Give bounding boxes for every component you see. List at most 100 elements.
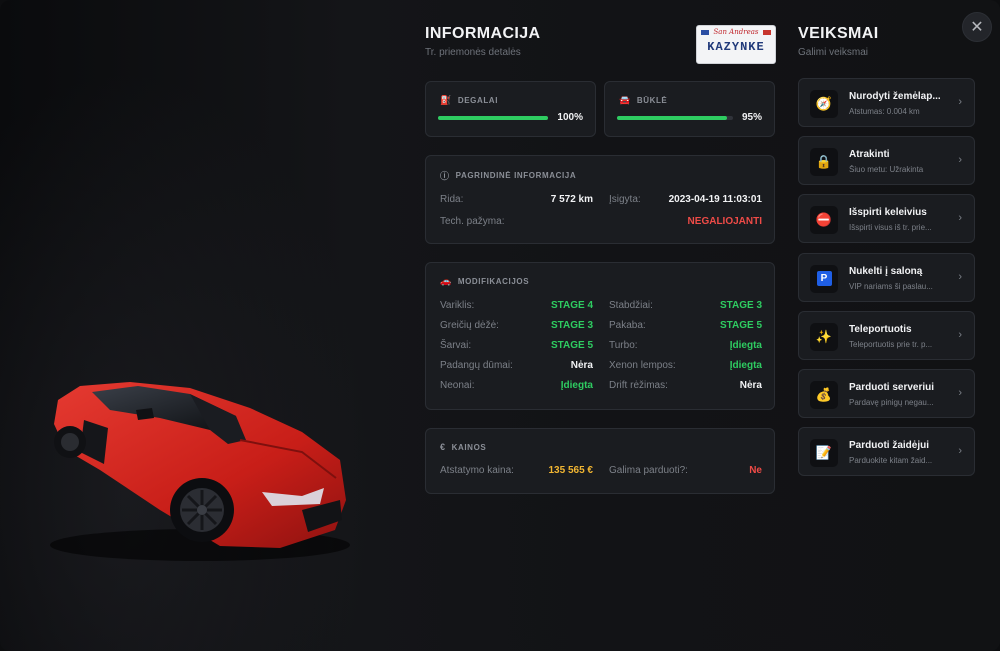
- basic-info-card: ⓘ PAGRINDINĖ INFORMACIJA Rida: 7 572 km …: [425, 155, 775, 244]
- action-item[interactable]: 🔒 Atrakinti Šiuo metu: Užrakinta ›: [798, 136, 975, 186]
- action-item[interactable]: ⛔ Išspirti keleivius Išspirti visus iš tr.…: [798, 194, 975, 244]
- vehicle-menu: ✕ INFORMACIJA Tr. priemonės detalės San …: [0, 0, 1000, 651]
- sparkles-icon: ✨: [810, 322, 838, 351]
- action-title: Nurodyti žemėlap...: [849, 91, 941, 102]
- prices-header: € KAINOS: [440, 442, 486, 452]
- action-subtitle: Išspirti visus iš tr. prie...: [849, 223, 932, 233]
- mileage-value: 7 572 km: [550, 194, 593, 205]
- action-item[interactable]: P Nukelti į saloną VIP nariams ši paslau..…: [798, 252, 975, 302]
- action-subtitle: Pardavę pinigų negau...: [849, 398, 934, 407]
- action-title: Atrakinti: [849, 149, 890, 161]
- condition-bar: [617, 116, 733, 120]
- mod-label: Neonai:: [440, 380, 475, 391]
- fuel-bar-fill: [438, 116, 548, 120]
- action-subtitle: Teleportuotis prie tr. p...: [849, 339, 933, 349]
- plate-state: San Andreas: [713, 28, 759, 36]
- condition-value: 95%: [741, 112, 762, 123]
- action-title: Parduoti serveriui: [849, 382, 935, 393]
- action-title: Teleportuotis: [849, 323, 912, 335]
- chevron-right-icon: ›: [958, 96, 962, 108]
- mod-value: Nėra: [739, 380, 762, 391]
- car-preview: [40, 360, 360, 570]
- inspection-value: NEGALIOJANTI: [687, 216, 762, 227]
- mod-label: Greičių dėžė:: [440, 320, 499, 331]
- condition-label: BŪKLĖ: [636, 96, 668, 105]
- mod-label: Turbo:: [609, 340, 638, 351]
- sellable-value: Ne: [749, 465, 762, 476]
- basic-info-header: ⓘ PAGRINDINĖ INFORMACIJA: [440, 169, 576, 182]
- info-icon: ⓘ: [440, 171, 450, 181]
- action-title: Parduoti žaidėjui: [849, 440, 930, 452]
- info-title: INFORMACIJA: [425, 25, 541, 42]
- action-item[interactable]: ✨ Teleportuotis Teleportuotis prie tr. p..…: [798, 310, 975, 360]
- mod-value: Įdiegta: [560, 380, 593, 391]
- action-item[interactable]: 💰 Parduoti serveriui Pardavę pinigų negau.…: [798, 369, 975, 418]
- modifications-title: MODIFIKACIJOS: [457, 277, 530, 286]
- restore-price-label: Atstatymo kaina:: [440, 465, 514, 476]
- mod-label: Variklis:: [440, 300, 475, 311]
- condition-header: 🚘 BŪKLĖ: [619, 95, 667, 106]
- compass-icon: 🧭: [810, 90, 838, 118]
- chevron-right-icon: ›: [958, 270, 962, 283]
- mod-value: Įdiegta: [729, 360, 762, 371]
- fuel-value: 100%: [557, 112, 583, 123]
- plate-flag-left: [701, 29, 709, 35]
- chevron-right-icon: ›: [958, 212, 962, 225]
- stop-icon: ⛔: [810, 206, 838, 235]
- plate-flag-right: [762, 29, 771, 35]
- action-item[interactable]: 📝 Parduoti žaidėjui Parduokite kitam žaid.…: [798, 427, 975, 477]
- mod-value: STAGE 3: [550, 320, 593, 331]
- fuel-label: DEGALAI: [457, 96, 499, 105]
- car-damage-icon: 🚘: [619, 95, 631, 105]
- actions-subtitle: Galimi veiksmai: [798, 47, 869, 58]
- chevron-right-icon: ›: [958, 387, 962, 399]
- plate-number: KAZYNKE: [707, 40, 765, 54]
- action-subtitle: Atstumas: 0.004 km: [849, 107, 920, 116]
- action-subtitle: VIP nariams ši paslau...: [849, 281, 933, 291]
- mod-value: STAGE 3: [719, 300, 762, 311]
- prices-title: KAINOS: [451, 442, 487, 452]
- fuel-bar: [438, 116, 548, 120]
- chevron-right-icon: ›: [958, 328, 962, 341]
- action-item[interactable]: 🧭 Nurodyti žemėlap... Atstumas: 0.004 km ›: [798, 78, 975, 127]
- mod-value: STAGE 5: [719, 320, 762, 331]
- license-plate: San Andreas KAZYNKE: [696, 25, 776, 64]
- info-subtitle: Tr. priemonės detalės: [425, 47, 521, 58]
- restore-price-value: 135 565 €: [548, 465, 594, 476]
- basic-info-title: PAGRINDINĖ INFORMACIJA: [455, 171, 577, 180]
- fuel-header: ⛽ DEGALAI: [440, 95, 498, 106]
- fuel-card: ⛽ DEGALAI 100%: [425, 81, 596, 137]
- modifications-card: 🚗 MODIFIKACIJOS Variklis: STAGE 4 Greičių …: [425, 262, 775, 410]
- mod-value: STAGE 4: [550, 300, 593, 311]
- car-icon: 🚗: [440, 276, 452, 286]
- mod-value: Nėra: [570, 360, 593, 371]
- action-title: Nukelti į saloną: [849, 265, 923, 277]
- inspection-label: Tech. pažyma:: [440, 216, 505, 227]
- document-icon: 📝: [810, 439, 838, 468]
- mod-label: Pakaba:: [609, 320, 646, 331]
- mod-label: Šarvai:: [440, 340, 472, 351]
- mileage-label: Rida:: [440, 194, 464, 205]
- prices-card: € KAINOS Atstatymo kaina: 135 565 € Gali…: [425, 428, 775, 494]
- chevron-right-icon: ›: [958, 445, 962, 458]
- modifications-header: 🚗 MODIFIKACIJOS: [440, 276, 529, 287]
- mod-label: Padangų dūmai:: [440, 360, 513, 371]
- money-bag-icon: 💰: [810, 381, 838, 409]
- condition-card: 🚘 BŪKLĖ 95%: [604, 81, 775, 137]
- action-subtitle: Šiuo metu: Užrakinta: [849, 165, 924, 175]
- chevron-right-icon: ›: [958, 154, 962, 167]
- parking-icon: P: [810, 264, 838, 293]
- action-subtitle: Parduokite kitam žaid...: [849, 456, 933, 466]
- action-title: Išspirti keleivius: [849, 207, 927, 219]
- acquired-value: 2023-04-19 11:03:01: [668, 194, 762, 205]
- mod-value: STAGE 5: [550, 340, 593, 351]
- actions-title: VEIKSMAI: [798, 25, 879, 42]
- fuel-pump-icon: ⛽: [440, 95, 452, 105]
- acquired-label: Įsigyta:: [609, 194, 641, 205]
- mod-value: Įdiegta: [729, 340, 762, 351]
- euro-icon: €: [440, 442, 446, 452]
- close-icon: ✕: [970, 19, 984, 36]
- close-button[interactable]: ✕: [962, 12, 992, 42]
- condition-bar-fill: [617, 116, 728, 120]
- mod-label: Stabdžiai:: [609, 300, 653, 311]
